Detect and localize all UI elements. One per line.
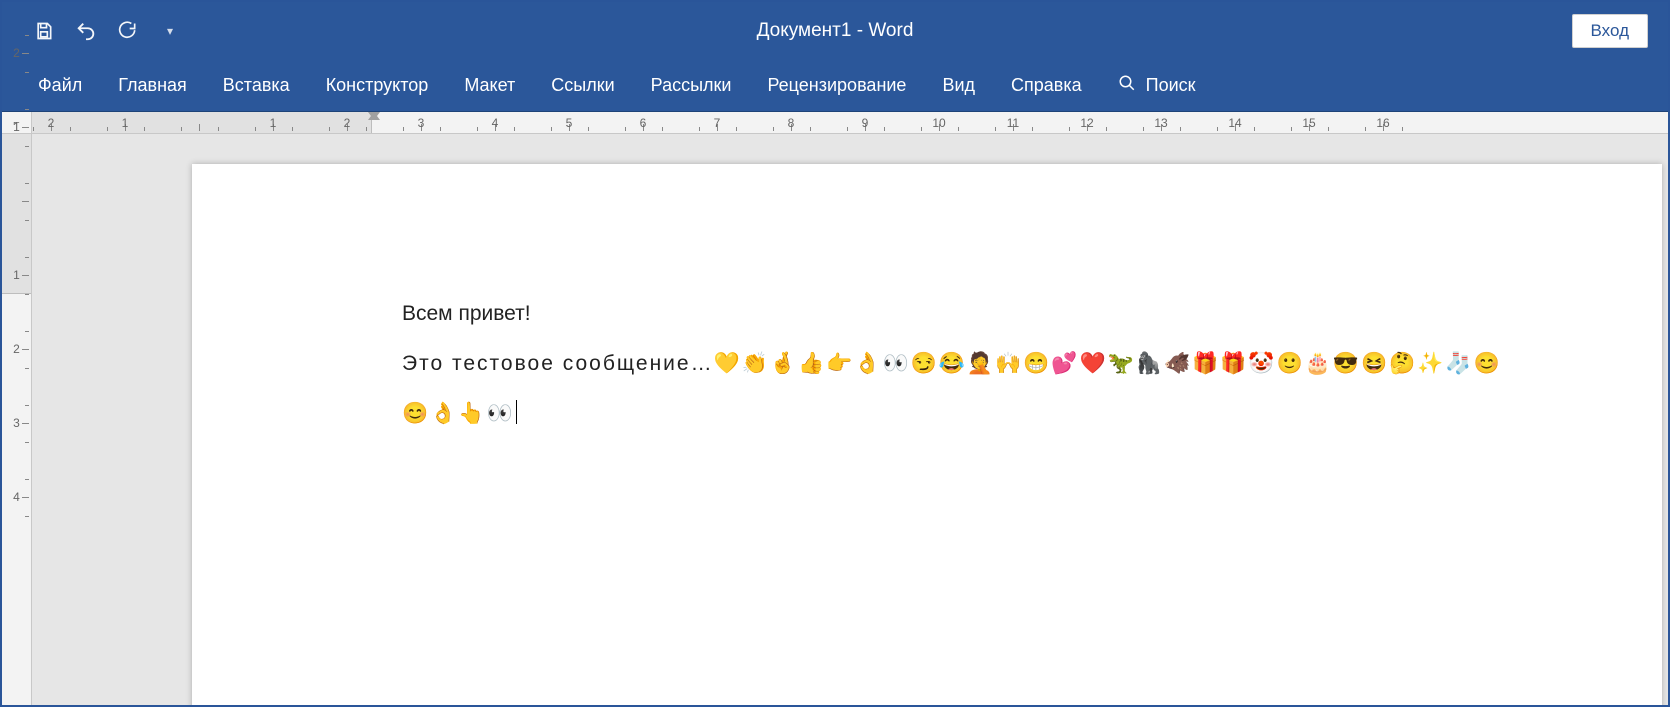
qat-customize-icon[interactable]: ▾	[158, 19, 182, 43]
tab-view[interactable]: Вид	[942, 75, 975, 96]
h-ruler-cm: 11	[976, 112, 1050, 133]
undo-icon[interactable]	[74, 19, 98, 43]
paragraph-2[interactable]: Это тестовое сообщение…💛👏🤞👍👉👌👀😏😂🤦🙌😁💕❤️🦖🦍…	[402, 344, 1632, 384]
v-ruler-cm: 1	[2, 238, 31, 312]
v-ruler-cm: 3	[2, 386, 31, 460]
h-ruler-cm: 16	[1346, 112, 1420, 133]
v-ruler-cm: 1	[2, 90, 31, 164]
tab-file[interactable]: Файл	[38, 75, 82, 96]
ribbon-tabs: Файл Главная Вставка Конструктор Макет С…	[2, 60, 1668, 112]
redo-icon[interactable]	[116, 19, 140, 43]
v-ruler-cm: 2	[2, 312, 31, 386]
h-ruler-cm: 6	[606, 112, 680, 133]
v-ruler-cm	[2, 164, 31, 238]
save-icon[interactable]	[32, 19, 56, 43]
hanging-indent-marker[interactable]	[368, 112, 380, 120]
tab-help[interactable]: Справка	[1011, 75, 1082, 96]
h-ruler-cm: 5	[532, 112, 606, 133]
h-ruler-cm: 4	[458, 112, 532, 133]
search-icon	[1118, 74, 1136, 97]
h-ruler-cm: 13	[1124, 112, 1198, 133]
work-area: 211234 Всем привет! Это тестовое сообщен…	[2, 134, 1668, 705]
window-title: Документ1 - Word	[2, 20, 1668, 42]
tab-design[interactable]: Конструктор	[326, 75, 429, 96]
h-ruler-cm: 1	[88, 112, 162, 133]
paragraph-3[interactable]: 😊👌👆👀	[402, 394, 1632, 434]
signin-button[interactable]: Вход	[1572, 14, 1648, 48]
h-ruler-cm: 7	[680, 112, 754, 133]
vertical-ruler[interactable]: 211234	[2, 134, 32, 705]
paragraph-1[interactable]: Всем привет!	[402, 294, 1632, 334]
titlebar: ▾ Документ1 - Word Вход	[2, 2, 1668, 60]
horizontal-ruler[interactable]: 32112345678910111213141516	[32, 112, 1668, 133]
h-ruler-cm: 12	[1050, 112, 1124, 133]
tab-mailings[interactable]: Рассылки	[651, 75, 732, 96]
text-cursor	[516, 400, 517, 424]
v-ruler-cm: 2	[2, 16, 31, 90]
h-ruler-cm: 14	[1198, 112, 1272, 133]
h-ruler-cm: 15	[1272, 112, 1346, 133]
search-label: Поиск	[1146, 75, 1196, 96]
tab-insert[interactable]: Вставка	[223, 75, 290, 96]
h-ruler-cm	[162, 112, 236, 133]
page[interactable]: Всем привет! Это тестовое сообщение…💛👏🤞👍…	[192, 164, 1662, 705]
horizontal-ruler-row: ⌐ 32112345678910111213141516	[2, 112, 1668, 134]
v-ruler-cm: 4	[2, 460, 31, 534]
paragraph-2-emojis: 💛👏🤞👍👉👌👀😏😂🤦🙌😁💕❤️🦖🦍🐗🎁🎁🤡🙂🎂😎😆🤔✨🧦😊	[714, 352, 1502, 375]
tell-me-search[interactable]: Поиск	[1118, 74, 1196, 97]
document-canvas[interactable]: Всем привет! Это тестовое сообщение…💛👏🤞👍…	[32, 134, 1668, 705]
tab-home[interactable]: Главная	[118, 75, 187, 96]
h-ruler-cm: 3	[384, 112, 458, 133]
h-ruler-cm: 8	[754, 112, 828, 133]
h-ruler-cm: 1	[236, 112, 310, 133]
tab-review[interactable]: Рецензирование	[767, 75, 906, 96]
tab-references[interactable]: Ссылки	[551, 75, 614, 96]
paragraph-3-emojis: 😊👌👆👀	[402, 402, 515, 425]
h-ruler-cm: 9	[828, 112, 902, 133]
h-ruler-cm: 10	[902, 112, 976, 133]
page-content[interactable]: Всем привет! Это тестовое сообщение…💛👏🤞👍…	[192, 164, 1662, 434]
paragraph-2-text: Это тестовое сообщение…	[402, 352, 714, 375]
tab-layout[interactable]: Макет	[464, 75, 515, 96]
h-ruler-cm: 2	[32, 112, 88, 133]
